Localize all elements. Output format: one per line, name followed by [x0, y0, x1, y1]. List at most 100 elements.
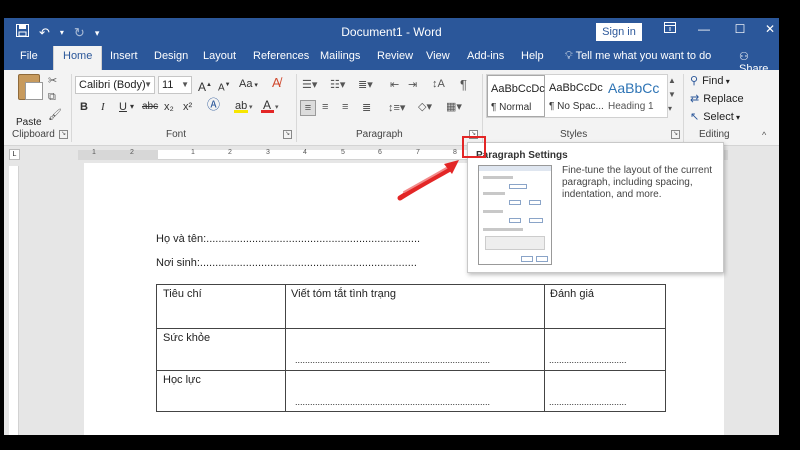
justify-icon[interactable]: ≣ [362, 101, 371, 114]
align-center-icon[interactable]: ≡ [322, 101, 328, 113]
tab-mailings[interactable]: Mailings [320, 50, 360, 62]
preview-button [521, 256, 533, 262]
subscript-button[interactable]: x₂ [164, 100, 174, 114]
tab-view[interactable]: View [426, 50, 450, 62]
shrink-font-button[interactable]: A▼ [218, 78, 231, 95]
table-row-summary[interactable]: ........................................… [295, 397, 490, 407]
close-button[interactable]: ✕ [760, 22, 779, 36]
preview-field [509, 184, 527, 189]
show-marks-icon[interactable]: ¶ [460, 77, 467, 92]
table-column-divider [285, 285, 286, 411]
tab-insert[interactable]: Insert [110, 50, 138, 62]
highlight-icon[interactable]: ab ▾ [234, 98, 254, 118]
strikethrough-button[interactable]: abc [142, 100, 158, 114]
align-right-icon[interactable]: ≡ [342, 101, 348, 113]
svg-text:▾: ▾ [275, 104, 279, 111]
styles-launcher-icon[interactable]: ↘ [671, 130, 680, 139]
table-row-label[interactable]: Học lực [163, 374, 201, 386]
paste-button[interactable]: Paste [16, 117, 42, 128]
line-spacing-icon[interactable]: ↕≡▾ [388, 101, 405, 114]
styles-scroll-down-icon[interactable]: ▼ [668, 88, 676, 102]
search-icon: ⚲ [690, 75, 699, 87]
name-line[interactable]: Họ và tên:..............................… [156, 233, 420, 245]
bold-button[interactable]: B [80, 100, 88, 114]
clear-formatting-icon[interactable]: A̸ [272, 76, 281, 90]
table-row-divider [157, 328, 665, 329]
font-size-select[interactable]: 11 ▼ [158, 76, 192, 94]
select-button[interactable]: ↖ Select ▾ [690, 110, 740, 123]
collapse-ribbon-icon[interactable]: ^ [762, 130, 766, 140]
replace-button[interactable]: ⇄ Replace [690, 92, 744, 105]
increase-indent-icon[interactable]: ⇥ [408, 78, 417, 91]
underline-dropdown-icon[interactable]: ▾ [130, 100, 134, 114]
style-no-spacing[interactable]: AaBbCcDc ¶ No Spac... [546, 75, 604, 117]
shading-icon[interactable]: ◇▾ [418, 100, 432, 113]
style-name: Heading 1 [608, 101, 654, 112]
font-name-select[interactable]: Calibri (Body) ▼ [75, 76, 155, 94]
style-name: ¶ No Spac... [549, 101, 604, 112]
numbering-icon[interactable]: ☷▾ [330, 78, 345, 91]
paste-icon[interactable] [18, 74, 43, 100]
underline-button[interactable]: U [119, 100, 127, 114]
maximize-button[interactable]: ☐ [730, 22, 750, 36]
decrease-indent-icon[interactable]: ⇤ [390, 78, 399, 91]
sort-icon[interactable]: ↕A [432, 78, 445, 90]
table-row-summary[interactable]: ........................................… [295, 355, 490, 365]
svg-text:▾: ▾ [249, 104, 253, 111]
word-window: ↶ ▾ ↻ ▾ Document1 - Word Sign in — ☐ ✕ F… [4, 18, 779, 435]
change-case-button[interactable]: Aa ▾ [239, 77, 258, 93]
table-header-criteria[interactable]: Tiêu chí [163, 288, 202, 300]
table-row-label[interactable]: Sức khỏe [163, 332, 210, 344]
style-heading-1[interactable]: AaBbCc Heading 1 [605, 75, 663, 117]
tab-add-ins[interactable]: Add-ins [467, 50, 504, 62]
birthplace-line[interactable]: Nơi sinh:...............................… [156, 257, 417, 269]
tab-layout[interactable]: Layout [203, 50, 236, 62]
preview-button [536, 256, 548, 262]
title-bar: ↶ ▾ ↻ ▾ Document1 - Word Sign in — ☐ ✕ [4, 18, 779, 46]
tab-references[interactable]: References [253, 50, 309, 62]
font-launcher-icon[interactable]: ↘ [283, 130, 292, 139]
tab-review[interactable]: Review [377, 50, 413, 62]
copy-icon[interactable]: ⧉ [48, 91, 56, 104]
style-normal[interactable]: AaBbCcDc ¶ Normal [487, 75, 545, 117]
font-color-icon[interactable]: A ▾ [261, 98, 281, 118]
tab-home[interactable]: Home [53, 46, 103, 70]
ribbon: Paste ✂ ⧉ 🖌︎ Clipboard ↘ Calibri (Body) … [4, 70, 779, 146]
superscript-button[interactable]: x² [183, 100, 192, 114]
grow-font-button[interactable]: A▲ [198, 78, 212, 94]
find-button[interactable]: ⚲ Find ▾ [690, 74, 730, 87]
table-header-summary[interactable]: Viết tóm tắt tình trạng [291, 288, 396, 300]
styles-more-icon[interactable]: ▾ [668, 102, 672, 116]
multilevel-list-icon[interactable]: ≣▾ [358, 78, 373, 91]
tab-help[interactable]: Help [521, 50, 544, 62]
table-row-rating[interactable]: ............................... [549, 355, 627, 365]
tab-selector-icon[interactable]: L [9, 149, 20, 160]
minimize-button[interactable]: — [694, 22, 714, 36]
style-sample: AaBbCcDc [491, 83, 545, 95]
svg-text:A: A [263, 98, 271, 112]
table-row-rating[interactable]: ............................... [549, 397, 627, 407]
tooltip-title: Paragraph Settings [476, 150, 568, 161]
tell-me-box[interactable]: 💡︎ Tell me what you want to do [565, 50, 711, 63]
tab-design[interactable]: Design [154, 50, 188, 62]
select-icon: ↖ [690, 111, 700, 123]
grow-font-label: A [198, 80, 207, 94]
styles-scroll-up-icon[interactable]: ▲ [668, 74, 676, 88]
table-header-rating[interactable]: Đánh giá [550, 288, 594, 300]
paragraph-group-label: Paragraph [356, 129, 403, 140]
ruler-number: 8 [453, 149, 457, 156]
vertical-ruler[interactable] [9, 166, 19, 435]
paragraph-dialog-preview-image [478, 165, 552, 265]
clipboard-launcher-icon[interactable]: ↘ [59, 130, 68, 139]
group-divider [482, 74, 483, 142]
format-painter-icon[interactable]: 🖌︎ [48, 108, 62, 121]
sign-in-button[interactable]: Sign in [596, 23, 642, 41]
tab-file[interactable]: File [20, 50, 38, 62]
bullets-icon[interactable]: ☰▾ [302, 78, 317, 91]
text-effects-icon[interactable]: Ⓐ [207, 98, 220, 112]
ribbon-display-icon[interactable] [660, 22, 680, 36]
italic-button[interactable]: I [101, 100, 105, 114]
cut-icon[interactable]: ✂ [48, 74, 57, 87]
align-left-icon[interactable]: ≡ [300, 100, 316, 116]
borders-icon[interactable]: ▦▾ [446, 100, 462, 113]
